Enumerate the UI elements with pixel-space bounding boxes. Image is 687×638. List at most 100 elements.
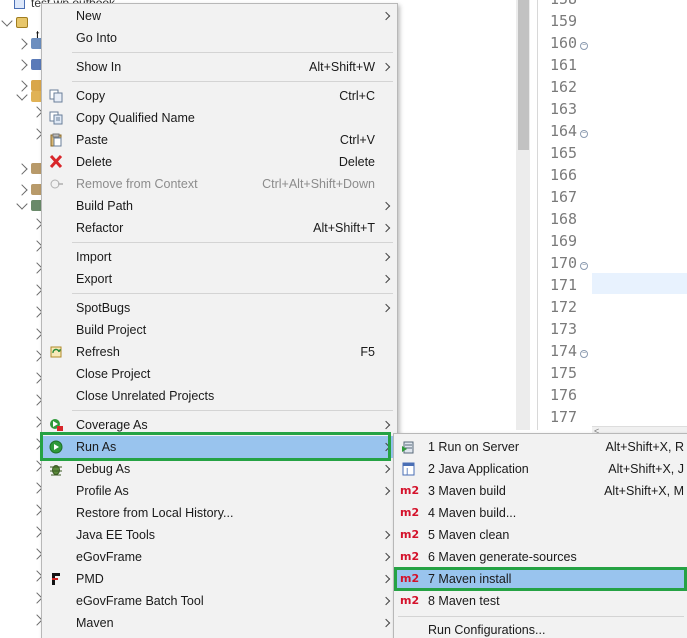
menu-item-label: Refresh — [76, 345, 120, 359]
menu-item-label: Restore from Local History... — [76, 506, 234, 520]
menu-item-label: Java EE Tools — [76, 528, 155, 542]
menu-item-close-unrelated-projects[interactable]: Close Unrelated Projects — [42, 385, 397, 407]
menu-item-paste[interactable]: Paste Ctrl+V — [42, 129, 397, 151]
submenu-item-run-on-server[interactable]: 1 Run on Server Alt+Shift+X, R — [394, 436, 687, 458]
menu-item-debug-as[interactable]: Debug As — [42, 458, 397, 480]
menu-item-label: Copy — [76, 89, 106, 103]
menu-item-shortcut: F5 — [360, 345, 375, 359]
menu-item-copy-qualified-name[interactable]: Copy Qualified Name — [42, 107, 397, 129]
menu-item-label: New — [76, 9, 102, 23]
maven-icon: m2 — [400, 484, 420, 497]
submenu-item-run-configurations[interactable]: Run Configurations... — [394, 619, 687, 638]
submenu-arrow-icon — [381, 62, 391, 72]
menu-item-import[interactable]: Import — [42, 246, 397, 268]
menu-item-java-ee-tools[interactable]: Java EE Tools — [42, 524, 397, 546]
menu-item-maven[interactable]: Maven — [42, 612, 397, 634]
menu-item-egovframe[interactable]: eGovFrame — [42, 546, 397, 568]
menu-item-label: Close Project — [76, 367, 151, 381]
line-number: 161 — [550, 56, 578, 74]
menu-item-new[interactable]: New — [42, 5, 397, 27]
chevron-right-icon[interactable] — [16, 184, 28, 196]
menu-item-label: Delete — [76, 155, 113, 169]
menu-item-build-project[interactable]: Build Project — [42, 319, 397, 341]
menu-item-egovframe-batch-tool[interactable]: eGovFrame Batch Tool — [42, 590, 397, 612]
remove-from-context-icon — [50, 179, 63, 189]
submenu-item-java-application[interactable]: J 2 Java Application Alt+Shift+X, J — [394, 458, 687, 480]
submenu-arrow-icon — [381, 303, 391, 313]
menu-item-remove-from-context[interactable]: Remove from Context Ctrl+Alt+Shift+Down — [42, 173, 397, 195]
submenu-arrow-icon — [381, 223, 391, 233]
submenu-item-label: 4 Maven build... — [428, 506, 517, 520]
menu-separator — [72, 410, 393, 411]
line-number: 172 — [550, 298, 578, 316]
submenu-item-maven-clean[interactable]: m2 5 Maven clean — [394, 524, 687, 546]
submenu-arrow-icon — [381, 11, 391, 21]
submenu-arrow-icon — [381, 201, 391, 211]
explorer-scrollbar-thumb[interactable] — [518, 0, 529, 150]
menu-item-label: Paste — [76, 133, 108, 147]
chevron-down-icon[interactable] — [16, 198, 28, 210]
maven-icon: m2 — [400, 550, 420, 563]
chevron-down-icon[interactable] — [16, 89, 28, 101]
copy-icon — [49, 89, 63, 103]
menu-item-run-as[interactable]: Run As — [42, 436, 397, 458]
menu-item-close-project[interactable]: Close Project — [42, 363, 397, 385]
maven-icon: m2 — [400, 528, 420, 541]
paste-icon — [50, 133, 62, 147]
menu-item-export[interactable]: Export — [42, 268, 397, 290]
menu-item-label: Import — [76, 250, 112, 264]
submenu-item-maven-test[interactable]: m2 8 Maven test — [394, 590, 687, 612]
menu-item-build-path[interactable]: Build Path — [42, 195, 397, 217]
collapse-icon[interactable]: − — [580, 350, 588, 358]
menu-item-profile-as[interactable]: Profile As — [42, 480, 397, 502]
submenu-arrow-icon — [381, 420, 391, 430]
refresh-icon — [50, 346, 62, 358]
collapse-icon[interactable]: − — [580, 262, 588, 270]
maven-icon: m2 — [400, 506, 420, 519]
menu-item-refresh[interactable]: Refresh F5 — [42, 341, 397, 363]
chevron-right-icon[interactable] — [16, 38, 28, 50]
submenu-item-maven-build[interactable]: m2 3 Maven build Alt+Shift+X, M — [394, 480, 687, 502]
submenu-arrow-icon — [381, 252, 391, 262]
pmd-icon — [52, 573, 60, 585]
collapse-icon[interactable]: − — [580, 130, 588, 138]
menu-item-pmd[interactable]: PMD — [42, 568, 397, 590]
file-icon — [14, 0, 25, 10]
chevron-down-icon[interactable] — [1, 15, 13, 27]
run-on-server-icon — [402, 441, 414, 454]
chevron-right-icon[interactable] — [16, 59, 28, 71]
menu-item-shortcut: Delete — [338, 155, 375, 169]
submenu-item-label: 8 Maven test — [428, 594, 500, 608]
submenu-item-shortcut: Alt+Shift+X, M — [604, 484, 684, 498]
submenu-item-maven-build-dialog[interactable]: m2 4 Maven build... — [394, 502, 687, 524]
menu-item-show-in[interactable]: Show In Alt+Shift+W — [42, 56, 397, 78]
svg-text:J: J — [405, 467, 408, 476]
submenu-arrow-icon — [381, 530, 391, 540]
menu-item-refactor[interactable]: Refactor Alt+Shift+T — [42, 217, 397, 239]
menu-item-spotbugs[interactable]: SpotBugs — [42, 297, 397, 319]
menu-item-label: Debug As — [76, 462, 131, 476]
line-number: 162 — [550, 78, 578, 96]
menu-item-coverage-as[interactable]: Coverage As — [42, 414, 397, 436]
debug-icon — [50, 465, 62, 476]
submenu-item-maven-generate-sources[interactable]: m2 6 Maven generate-sources — [394, 546, 687, 568]
menu-item-go-into[interactable]: Go Into — [42, 27, 397, 49]
submenu-arrow-icon — [381, 274, 391, 284]
menu-separator — [398, 616, 684, 617]
menu-item-delete[interactable]: Delete Delete — [42, 151, 397, 173]
menu-item-label: Remove from Context — [76, 177, 198, 191]
menu-item-copy[interactable]: Copy Ctrl+C — [42, 85, 397, 107]
submenu-item-label: 5 Maven clean — [428, 528, 510, 542]
submenu-arrow-icon — [381, 486, 391, 496]
run-icon — [49, 440, 63, 454]
chevron-right-icon[interactable] — [16, 163, 28, 175]
menu-item-restore-from-local-history[interactable]: Restore from Local History... — [42, 502, 397, 524]
copy-qualified-name-icon — [49, 111, 63, 125]
coverage-icon — [50, 419, 63, 431]
line-number: 173 — [550, 320, 578, 338]
line-number: 176 — [550, 386, 578, 404]
context-menu: New Go Into Show In Alt+Shift+W Copy Ctr… — [41, 3, 398, 638]
current-line-highlight — [592, 273, 687, 294]
collapse-icon[interactable]: − — [580, 42, 588, 50]
submenu-item-maven-install[interactable]: m2 7 Maven install — [394, 568, 687, 590]
